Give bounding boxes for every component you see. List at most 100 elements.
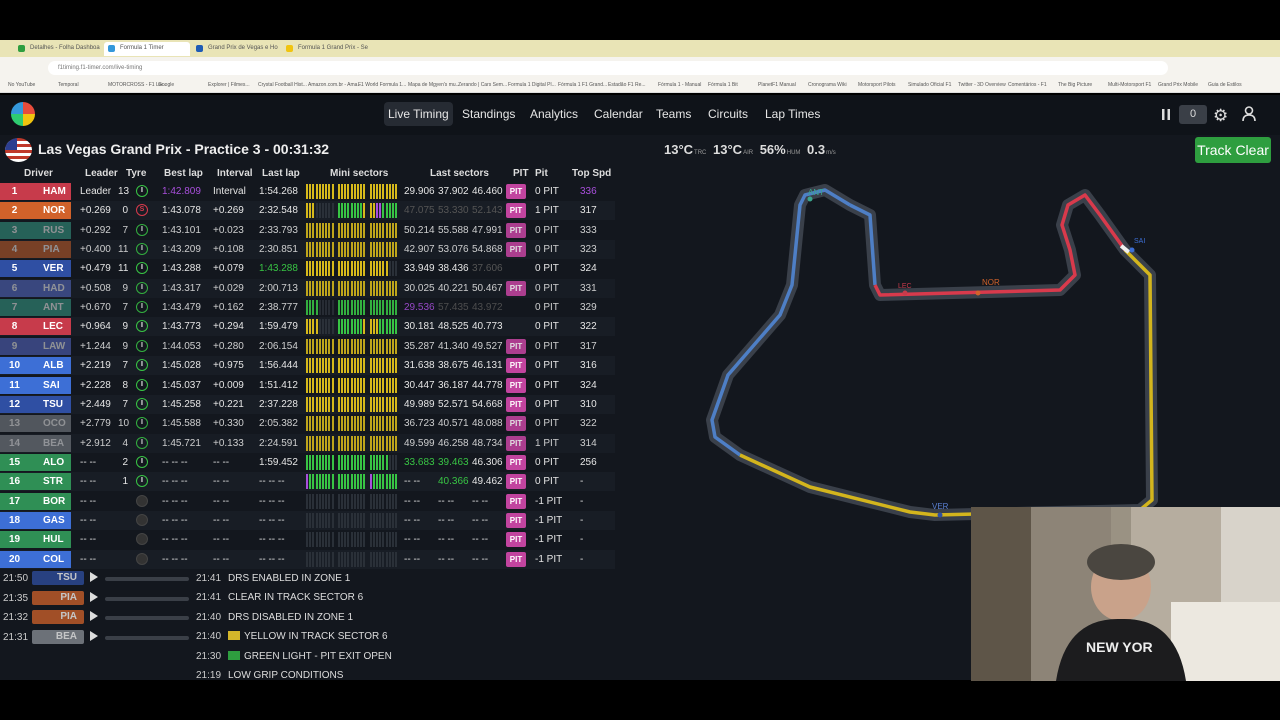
- table-row[interactable]: 19 HUL -- -- -- -- -- -- -- -- -- -- -- -- -- -…: [0, 530, 615, 549]
- driver-code[interactable]: RUS: [29, 221, 71, 239]
- column-header[interactable]: PIT: [513, 168, 529, 179]
- bookmark[interactable]: Zerando | Cars Sem...: [458, 82, 507, 88]
- table-row[interactable]: 1 HAM Leader 13 I 1:42.809 Interval 1:54.268 29.…: [0, 182, 615, 201]
- column-header[interactable]: Last sectors: [430, 168, 489, 179]
- column-header[interactable]: Driver: [24, 168, 53, 179]
- driver-code[interactable]: HAM: [29, 183, 71, 200]
- driver-code[interactable]: HUL: [29, 531, 71, 549]
- nav-analytics[interactable]: Analytics: [530, 107, 578, 121]
- table-row[interactable]: 16 STR -- -- 1 I -- -- -- -- -- -- -- -- -- -- 40…: [0, 472, 615, 492]
- audio-progress-bar[interactable]: [105, 577, 189, 581]
- bookmark[interactable]: Multi-Motorsport F1: [1108, 82, 1151, 88]
- column-header[interactable]: Interval: [217, 168, 253, 179]
- table-row[interactable]: 9 LAW +1.244 9 I 1:44.053 +0.280 2:06.154 35.287…: [0, 337, 615, 356]
- column-header[interactable]: Best lap: [164, 168, 203, 179]
- browser-tab[interactable]: Formula 1 Grand Prix - Semanas e...: [282, 42, 368, 56]
- driver-code[interactable]: GAS: [29, 511, 71, 529]
- table-row[interactable]: 17 BOR -- -- -- -- -- -- -- -- -- -- -- -- -- -…: [0, 492, 615, 511]
- table-row[interactable]: 12 TSU +2.449 7 I 1:45.258 +0.221 2:37.228 49.98…: [0, 394, 615, 414]
- bookmark[interactable]: Explorer | Filmes...: [208, 82, 250, 88]
- column-header[interactable]: Top Spd: [572, 168, 611, 179]
- audio-progress-bar[interactable]: [105, 635, 189, 640]
- bookmark[interactable]: Amazon.com.br - Ama...: [308, 82, 362, 88]
- table-row[interactable]: 8 LEC +0.964 9 I 1:43.773 +0.294 1:59.479 30.181…: [0, 317, 615, 337]
- driver-code[interactable]: ANT: [29, 299, 71, 317]
- pause-icon[interactable]: [1161, 108, 1171, 121]
- driver-code[interactable]: BOR: [29, 492, 71, 510]
- bookmark[interactable]: Comentários - F1: [1008, 82, 1047, 88]
- column-header[interactable]: Last lap: [262, 168, 300, 179]
- address-bar[interactable]: f1timing.f1-timer.com/live-timing: [48, 61, 1168, 75]
- team-radio-item[interactable]: 21:31 BEA: [3, 628, 193, 645]
- table-row[interactable]: 11 SAI +2.228 8 I 1:45.037 +0.009 1:51.412 30.44…: [0, 376, 615, 395]
- play-icon[interactable]: [90, 630, 98, 641]
- bookmark[interactable]: Cronograma Wiki: [808, 82, 847, 88]
- bookmark[interactable]: Simulado Oficial F1: [908, 82, 951, 88]
- bookmark[interactable]: Fórmula 1 Bit: [708, 82, 738, 88]
- team-radio-item[interactable]: 21:50 TSU: [3, 569, 193, 586]
- gear-icon[interactable]: ⚙: [1213, 106, 1228, 126]
- driver-code[interactable]: SAI: [29, 376, 71, 394]
- table-row[interactable]: 4 PIA +0.400 11 I 1:43.209 +0.108 2:30.851 42.90…: [0, 240, 615, 260]
- driver-code[interactable]: ALO: [29, 453, 71, 471]
- table-row[interactable]: 2 NOR +0.269 0 S 1:43.078 +0.269 2:32.548 47.075…: [0, 201, 615, 221]
- bookmark[interactable]: Google: [158, 82, 174, 88]
- bookmark[interactable]: No YouTube: [8, 82, 35, 88]
- app-logo-icon[interactable]: [11, 102, 35, 126]
- column-header[interactable]: Pit: [535, 168, 548, 179]
- audio-progress-bar[interactable]: [105, 616, 189, 621]
- bookmark[interactable]: Temporal: [58, 82, 79, 88]
- driver-code[interactable]: OCO: [29, 415, 71, 433]
- driver-code[interactable]: VER: [29, 260, 71, 278]
- play-icon[interactable]: [90, 611, 98, 622]
- nav-live-timing[interactable]: Live Timing: [384, 102, 453, 126]
- browser-tab[interactable]: Grand Prix de Vegas e Horários - Conf: [192, 42, 278, 56]
- table-row[interactable]: 20 COL -- -- -- -- -- -- -- -- -- -- -- -- -- -…: [0, 549, 615, 569]
- column-header[interactable]: Leader: [85, 168, 118, 179]
- browser-tab[interactable]: Formula 1 Timer: [104, 42, 190, 56]
- table-row[interactable]: 18 GAS -- -- -- -- -- -- -- -- -- -- -- -- -- -…: [0, 510, 615, 530]
- table-row[interactable]: 6 HAD +0.508 9 I 1:43.317 +0.029 2:00.713 30.025…: [0, 278, 615, 298]
- bookmark[interactable]: Grand Prix Mobile: [1158, 82, 1198, 88]
- bookmark[interactable]: Fórmula 1 - Manual: [658, 82, 701, 88]
- column-header[interactable]: Tyre: [126, 168, 146, 179]
- table-row[interactable]: 15 ALO -- -- 2 I -- -- -- -- -- 1:59.452 33.683 3…: [0, 453, 615, 472]
- nav-lap-times[interactable]: Lap Times: [765, 107, 820, 121]
- play-icon[interactable]: [90, 591, 98, 602]
- bookmark[interactable]: The Big Picture: [1058, 82, 1092, 88]
- nav-teams[interactable]: Teams: [656, 107, 691, 121]
- play-icon[interactable]: [90, 572, 98, 582]
- driver-code[interactable]: PIA: [29, 241, 71, 259]
- driver-code[interactable]: HAD: [29, 279, 71, 297]
- table-row[interactable]: 13 OCO +2.779 10 I 1:45.588 +0.330 2:05.382 36.7…: [0, 414, 615, 433]
- driver-code[interactable]: NOR: [29, 202, 71, 220]
- bookmark[interactable]: Motorsport Pilots: [858, 82, 896, 88]
- driver-code[interactable]: ALB: [29, 357, 71, 375]
- bookmark[interactable]: Estadão F1 Re...: [608, 82, 646, 88]
- bookmark[interactable]: Formula 1 Digital Pl...: [508, 82, 556, 88]
- bookmark[interactable]: Mapa de Mgyen's mu...: [408, 82, 460, 88]
- team-radio-item[interactable]: 21:35 PIA: [3, 589, 193, 606]
- track-map[interactable]: ANT NOR LEC VER SAI: [700, 175, 1170, 535]
- bookmark[interactable]: Guia de Estilos: [1208, 82, 1242, 88]
- table-row[interactable]: 7 ANT +0.670 7 I 1:43.479 +0.162 2:38.777 29.536…: [0, 298, 615, 317]
- driver-code[interactable]: LAW: [29, 337, 71, 355]
- bookmark[interactable]: Fórmula 1 F1 Grand...: [558, 82, 607, 88]
- table-row[interactable]: 10 ALB +2.219 7 I 1:45.028 +0.975 1:56.444 31.63…: [0, 356, 615, 376]
- driver-code[interactable]: LEC: [29, 318, 71, 336]
- driver-code[interactable]: BEA: [29, 434, 71, 452]
- table-row[interactable]: 3 RUS +0.292 7 I 1:43.101 +0.023 2:33.793 50.214…: [0, 221, 615, 240]
- table-row[interactable]: 14 BEA +2.912 4 I 1:45.721 +0.133 2:24.591 49.59…: [0, 433, 615, 453]
- nav-standings[interactable]: Standings: [462, 107, 515, 121]
- user-icon[interactable]: [1242, 106, 1256, 122]
- bookmark[interactable]: Twitter - 3D Overview: [958, 82, 1006, 88]
- delay-counter[interactable]: 0: [1179, 105, 1207, 124]
- team-radio-item[interactable]: 21:32 PIA: [3, 608, 193, 625]
- column-header[interactable]: Mini sectors: [330, 168, 388, 179]
- driver-code[interactable]: STR: [29, 473, 71, 491]
- bookmark[interactable]: PlanetF1 Manual: [758, 82, 796, 88]
- browser-tab[interactable]: Detalhes - Folha Dashboard: [14, 42, 100, 56]
- table-row[interactable]: 5 VER +0.479 11 I 1:43.288 +0.079 1:43.288 33.94…: [0, 259, 615, 278]
- nav-calendar[interactable]: Calendar: [594, 107, 643, 121]
- driver-code[interactable]: TSU: [29, 395, 71, 413]
